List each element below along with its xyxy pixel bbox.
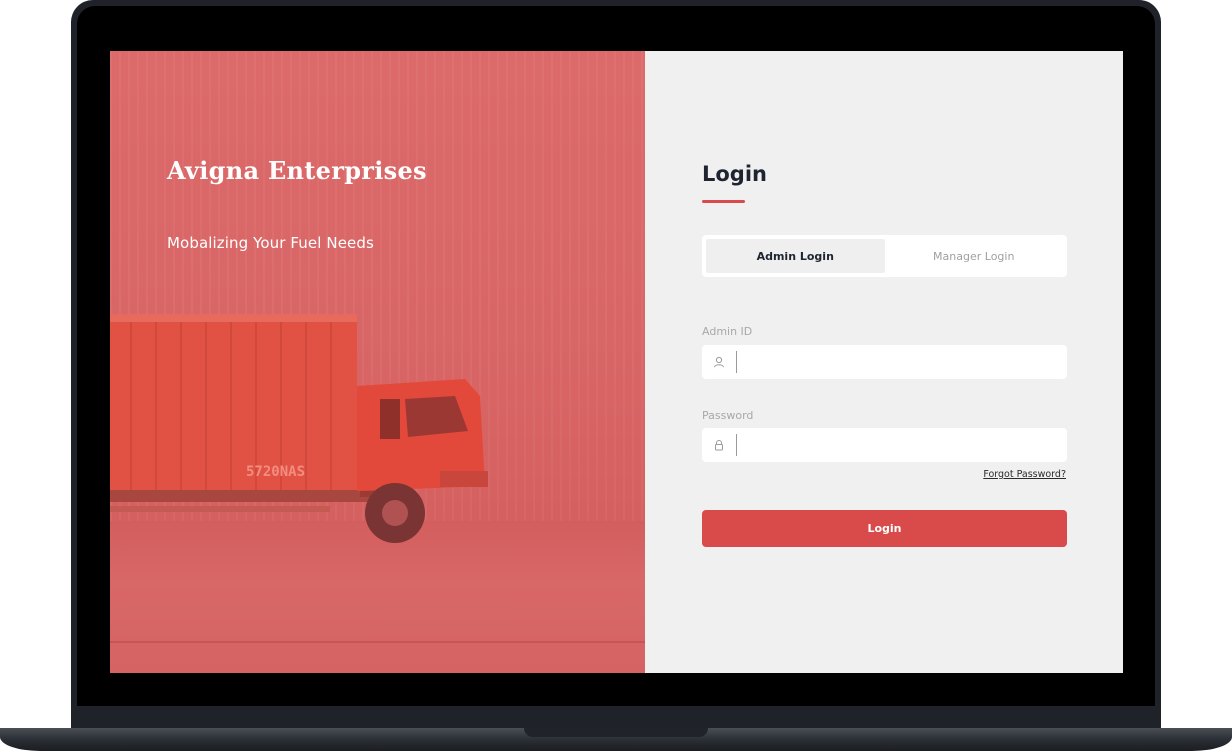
password-input[interactable] xyxy=(737,428,1067,462)
truck-wheel-hub xyxy=(382,500,408,526)
truck-container-top xyxy=(110,314,357,322)
user-icon xyxy=(702,345,736,379)
laptop-notch xyxy=(524,728,708,737)
admin-id-label: Admin ID xyxy=(702,325,753,338)
tab-admin-login[interactable]: Admin Login xyxy=(706,239,885,273)
truck-cab-window xyxy=(380,399,400,439)
laptop-chin xyxy=(77,706,1155,730)
admin-id-field[interactable] xyxy=(702,345,1067,379)
truck-illustration: 5720NAS xyxy=(110,314,488,543)
login-heading-underline xyxy=(702,200,745,203)
truck-container xyxy=(110,314,357,490)
hero-panel: 5720NAS Avigna Enterprises Mobalizing Yo… xyxy=(110,51,645,673)
login-heading: Login xyxy=(702,162,767,186)
tab-manager-login[interactable]: Manager Login xyxy=(885,239,1064,273)
login-button[interactable]: Login xyxy=(702,510,1067,547)
login-panel: Login Admin Login Manager Login Admin ID… xyxy=(645,51,1123,673)
forgot-password-link[interactable]: Forgot Password? xyxy=(983,469,1066,480)
password-label: Password xyxy=(702,409,754,422)
truck-side-guard xyxy=(110,506,330,512)
admin-id-input[interactable] xyxy=(737,345,1067,379)
password-field[interactable] xyxy=(702,428,1067,462)
login-type-tabs: Admin Login Manager Login xyxy=(702,235,1067,277)
lock-icon xyxy=(702,428,736,462)
brand-tagline: Mobalizing Your Fuel Needs xyxy=(167,234,374,252)
truck-bumper xyxy=(440,471,488,487)
brand-title: Avigna Enterprises xyxy=(167,156,427,185)
screen: 5720NAS Avigna Enterprises Mobalizing Yo… xyxy=(110,51,1123,673)
truck-plate-text: 5720NAS xyxy=(246,464,305,480)
